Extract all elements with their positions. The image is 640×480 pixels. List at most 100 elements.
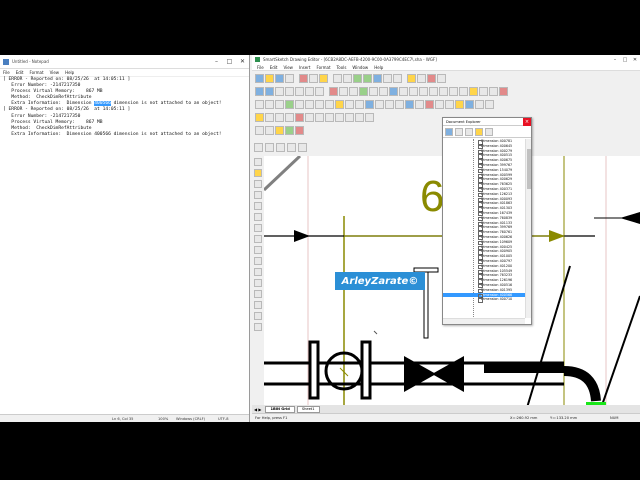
- connect-icon[interactable]: [265, 99, 274, 109]
- close-icon[interactable]: ✕: [236, 55, 249, 69]
- copy-icon[interactable]: [309, 73, 318, 83]
- perpendicular-icon[interactable]: [325, 99, 334, 109]
- array-icon[interactable]: [275, 112, 284, 122]
- paste-icon[interactable]: [319, 73, 328, 83]
- smart-dimension-icon[interactable]: [365, 99, 374, 109]
- notepad-text-area[interactable]: [ ERROR - Reported on: 08/25/26 at 14:05…: [3, 77, 246, 138]
- note-icon[interactable]: [475, 99, 484, 109]
- group-icon[interactable]: [469, 86, 478, 96]
- menu-tools[interactable]: Tools: [337, 65, 347, 70]
- distance-icon[interactable]: [375, 99, 384, 109]
- tool-d-icon[interactable]: [287, 143, 296, 152]
- expand-icon[interactable]: [485, 128, 493, 136]
- zoom-in-icon[interactable]: [353, 73, 362, 83]
- polygon-icon[interactable]: [305, 86, 314, 96]
- tool-e-icon[interactable]: [298, 143, 307, 152]
- fill-tool-icon[interactable]: [254, 235, 262, 243]
- list-item[interactable]: Dimension 400710: [443, 297, 525, 303]
- dimension-icon[interactable]: [329, 86, 338, 96]
- menu-format[interactable]: Format: [316, 65, 330, 70]
- menu-view[interactable]: View: [283, 65, 293, 70]
- rectangle-icon[interactable]: [295, 86, 304, 96]
- equal-icon[interactable]: [295, 99, 304, 109]
- circle-icon[interactable]: [285, 86, 294, 96]
- scale-icon[interactable]: [439, 86, 448, 96]
- tool-a-icon[interactable]: [254, 143, 263, 152]
- save-icon[interactable]: [275, 73, 284, 83]
- filter-icon[interactable]: [445, 128, 453, 136]
- stretch-icon[interactable]: [459, 86, 468, 96]
- tool-c-icon[interactable]: [276, 143, 285, 152]
- tab-nav-icon[interactable]: ◀ ▶: [252, 407, 263, 412]
- explode-icon[interactable]: [365, 112, 374, 122]
- balloon-icon[interactable]: [465, 99, 474, 109]
- close-icon[interactable]: ✕: [630, 55, 640, 64]
- styles-icon[interactable]: [265, 125, 274, 135]
- find-icon[interactable]: [465, 128, 473, 136]
- maximize-icon[interactable]: □: [620, 55, 630, 64]
- properties-icon[interactable]: [427, 73, 436, 83]
- split-icon[interactable]: [305, 112, 314, 122]
- frame-tool-icon[interactable]: [254, 312, 262, 320]
- symmetric-icon[interactable]: [335, 99, 344, 109]
- grid-icon[interactable]: [417, 73, 426, 83]
- pan-icon[interactable]: [393, 73, 402, 83]
- table-tool-icon[interactable]: [254, 323, 262, 331]
- arc-tool-icon[interactable]: [254, 191, 262, 199]
- line-tool-icon[interactable]: [254, 180, 262, 188]
- area-icon[interactable]: [445, 99, 454, 109]
- radius-icon[interactable]: [395, 99, 404, 109]
- clear-icon[interactable]: [425, 99, 434, 109]
- smart-pointer-icon[interactable]: [254, 169, 262, 177]
- new-icon[interactable]: [255, 73, 264, 83]
- copy-along-icon[interactable]: [285, 112, 294, 122]
- cut-icon[interactable]: [299, 73, 308, 83]
- minimize-icon[interactable]: –: [610, 55, 620, 64]
- zoom-out-icon[interactable]: [363, 73, 372, 83]
- bring-front-icon[interactable]: [345, 112, 354, 122]
- sort-icon[interactable]: [455, 128, 463, 136]
- chamfer-icon[interactable]: [325, 112, 334, 122]
- settings-icon[interactable]: [475, 128, 483, 136]
- menu-help[interactable]: Help: [374, 65, 383, 70]
- circle-tool-icon[interactable]: [254, 202, 262, 210]
- fill-icon[interactable]: [369, 86, 378, 96]
- menu-view[interactable]: View: [50, 70, 60, 75]
- mirror-icon[interactable]: [419, 86, 428, 96]
- dimension-tool-icon[interactable]: [254, 246, 262, 254]
- hatch-icon[interactable]: [379, 86, 388, 96]
- redo-icon[interactable]: [343, 73, 352, 83]
- line-icon[interactable]: [265, 86, 274, 96]
- menu-format[interactable]: Format: [29, 70, 43, 75]
- selected-text[interactable]: 400566: [94, 101, 111, 107]
- relation-tool-icon[interactable]: [254, 279, 262, 287]
- layer-icon[interactable]: [407, 73, 416, 83]
- table-icon[interactable]: [485, 99, 494, 109]
- tab-1bin-grid[interactable]: 1BIN Grid: [265, 405, 295, 413]
- point-icon[interactable]: [255, 112, 264, 122]
- library-icon[interactable]: [275, 125, 284, 135]
- layers-icon[interactable]: [255, 125, 264, 135]
- break-icon[interactable]: [295, 112, 304, 122]
- help-icon[interactable]: [437, 73, 446, 83]
- send-back-icon[interactable]: [355, 112, 364, 122]
- symbol-icon[interactable]: [349, 86, 358, 96]
- symbol-tool-icon[interactable]: [254, 268, 262, 276]
- measure-icon[interactable]: [435, 99, 444, 109]
- menu-file[interactable]: File: [257, 65, 264, 70]
- scroll-thumb[interactable]: [527, 149, 531, 189]
- edit-tool-icon[interactable]: [254, 301, 262, 309]
- refresh-icon[interactable]: [285, 125, 294, 135]
- offset-icon[interactable]: [409, 86, 418, 96]
- parallel-icon[interactable]: [275, 99, 284, 109]
- horizontal-scrollbar[interactable]: [443, 318, 525, 324]
- menu-insert[interactable]: Insert: [299, 65, 310, 70]
- arc-icon[interactable]: [275, 86, 284, 96]
- tool-b-icon[interactable]: [265, 143, 274, 152]
- extend-icon[interactable]: [399, 86, 408, 96]
- fillet-icon[interactable]: [335, 112, 344, 122]
- coordinate-icon[interactable]: [405, 99, 414, 109]
- pointer-icon[interactable]: [254, 158, 262, 166]
- fit-icon[interactable]: [383, 73, 392, 83]
- delete-icon[interactable]: [499, 86, 508, 96]
